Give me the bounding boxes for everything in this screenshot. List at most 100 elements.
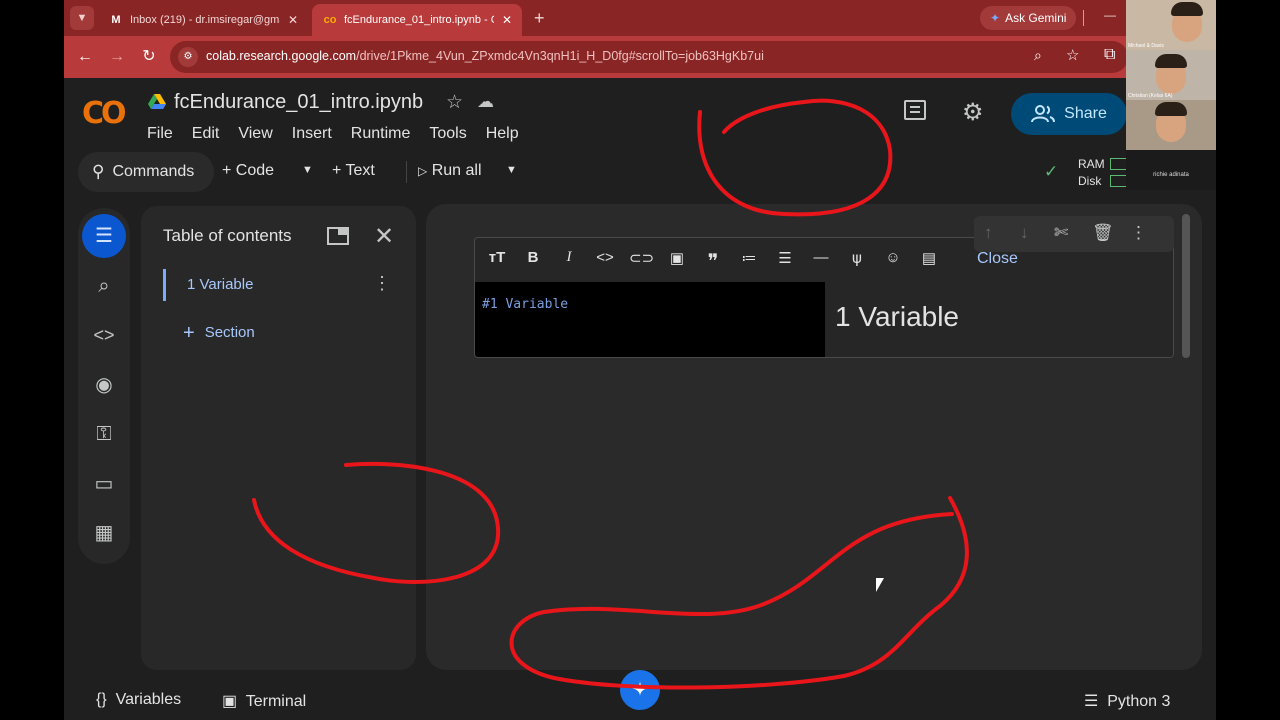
forward-icon[interactable]: → <box>106 46 128 68</box>
code-snippets-icon[interactable]: <> <box>82 313 126 357</box>
quote-icon[interactable]: ❞ <box>701 249 725 274</box>
play-icon: ▷ <box>418 164 428 178</box>
secrets-key-icon[interactable]: ⚿ <box>82 412 126 456</box>
emoji-icon[interactable]: ☺ <box>881 249 905 266</box>
tab-search-icon[interactable]: ▼ <box>70 6 94 30</box>
cell-source-text[interactable]: #1 Variable <box>482 297 568 312</box>
commands-label: Commands <box>112 163 195 180</box>
video-call-strip: Michael & Davis Christian (Kelas 6A) ric… <box>1126 0 1216 190</box>
add-code-button[interactable]: + Code <box>222 162 274 180</box>
bulleted-list-icon[interactable]: ☰ <box>773 249 797 267</box>
move-up-icon[interactable]: ↑ <box>984 223 993 243</box>
resource-monitor[interactable]: RAM Disk <box>1078 156 1105 190</box>
reload-icon[interactable]: ↻ <box>138 46 160 68</box>
participant-tile[interactable]: Christian (Kelas 6A) <box>1126 50 1216 100</box>
minimize-icon[interactable]: — <box>1104 8 1116 22</box>
menu-runtime[interactable]: Runtime <box>351 125 411 143</box>
run-all-button[interactable]: ▷ Run all <box>418 162 482 180</box>
participant-name: Christian (Kelas 6A) <box>1128 93 1173 99</box>
colab-icon: co <box>323 14 337 26</box>
close-icon[interactable]: ✕ <box>374 222 394 251</box>
numbered-list-icon[interactable]: ≔ <box>737 249 761 267</box>
code-icon[interactable]: <> <box>593 249 617 266</box>
chevron-down-icon[interactable]: ▼ <box>302 164 313 176</box>
zoom-icon[interactable]: ⌕ <box>1034 47 1042 64</box>
gemini-fab-icon[interactable]: ✦ <box>620 670 660 710</box>
link-icon[interactable]: ⊂⊃ <box>629 249 654 267</box>
ask-gemini-button[interactable]: ✦ Ask Gemini <box>980 6 1077 30</box>
tab-gmail[interactable]: M Inbox (219) - dr.imsiregar@gma ✕ <box>98 4 308 36</box>
people-icon <box>1031 105 1056 123</box>
cloud-saved-icon[interactable]: ☁ <box>477 92 494 112</box>
image-icon[interactable]: ▣ <box>665 249 689 267</box>
plus-icon: + <box>183 322 195 344</box>
close-icon[interactable]: ✕ <box>288 13 298 27</box>
preview-toggle-icon[interactable]: ▤ <box>917 249 941 267</box>
tab-colab[interactable]: co fcEndurance_01_intro.ipynb - Co ✕ <box>312 4 523 36</box>
more-vert-icon[interactable]: ⋮ <box>1130 223 1147 243</box>
star-icon[interactable]: ☆ <box>446 91 463 114</box>
url-input[interactable]: ⚙ colab.research.google.com/drive/1Pkme_… <box>170 41 1128 73</box>
participant-tile[interactable] <box>1126 100 1216 150</box>
files-folder-icon[interactable]: ▭ <box>82 462 126 506</box>
server-icon: ☰ <box>1084 693 1099 710</box>
italic-icon[interactable]: I <box>557 249 581 266</box>
scrollbar[interactable] <box>1182 214 1190 358</box>
share-button[interactable]: Share <box>1011 93 1127 135</box>
chevron-down-icon[interactable]: ▼ <box>506 164 517 176</box>
data-table-icon[interactable]: ▦ <box>82 511 126 555</box>
mouse-cursor <box>876 578 884 592</box>
add-text-button[interactable]: + Text <box>332 162 375 180</box>
toc-item[interactable]: 1 Variable <box>163 269 373 301</box>
participant-tile[interactable]: Michael & Davis <box>1126 0 1216 50</box>
menu-file[interactable]: File <box>147 125 173 143</box>
notebook-toolbar: ⚲ Commands + Code ▼ + Text ▷ Run all ▼ ✓… <box>78 151 1134 193</box>
braces-icon: {} <box>96 691 107 708</box>
latex-psi-icon[interactable]: ψ <box>845 249 869 267</box>
url-text: colab.research.google.com/drive/1Pkme_4V… <box>206 49 764 63</box>
find-replace-icon[interactable]: ⌕ <box>82 264 126 308</box>
disk-label: Disk <box>1078 174 1102 188</box>
menu-tools[interactable]: Tools <box>429 125 466 143</box>
menu-view[interactable]: View <box>238 125 272 143</box>
close-icon[interactable]: ✕ <box>502 13 512 27</box>
new-tab-icon[interactable]: + <box>534 8 545 29</box>
toc-panel: Table of contents ✕ 1 Variable ⋮ + Sectio… <box>141 206 416 670</box>
participant-name: Michael & Davis <box>1128 43 1164 49</box>
site-info-icon[interactable]: ⚙ <box>178 47 198 67</box>
bold-icon[interactable]: B <box>521 249 545 266</box>
colab-logo[interactable]: CO <box>82 96 126 131</box>
comments-icon[interactable] <box>904 100 926 120</box>
open-in-tab-icon[interactable] <box>327 227 349 245</box>
variables-button[interactable]: {} Variables <box>96 691 181 709</box>
back-icon[interactable]: ← <box>74 46 96 68</box>
horizontal-rule-icon[interactable]: — <box>809 249 833 266</box>
share-label: Share <box>1064 105 1107 122</box>
notebook-title[interactable]: fcEndurance_01_intro.ipynb <box>174 91 423 114</box>
more-vert-icon[interactable]: ⋮ <box>373 273 391 294</box>
kernel-status[interactable]: ☰ Python 3 <box>1084 691 1170 711</box>
settings-gear-icon[interactable]: ⚙ <box>962 98 984 127</box>
menu-edit[interactable]: Edit <box>192 125 220 143</box>
commands-button[interactable]: ⚲ Commands <box>78 152 214 192</box>
delete-trash-icon[interactable]: 🗑 <box>1092 223 1114 243</box>
variables-inspector-icon[interactable]: ◉ <box>82 363 126 407</box>
rendered-heading: 1 Variable <box>835 301 960 332</box>
menu-help[interactable]: Help <box>486 125 519 143</box>
bookmark-star-icon[interactable]: ☆ <box>1066 46 1079 64</box>
google-drive-icon[interactable] <box>148 94 166 110</box>
close-editor-button[interactable]: Close <box>977 250 1018 268</box>
address-bar: ← → ↻ ⚙ colab.research.google.com/drive/… <box>64 36 1216 78</box>
table-of-contents-icon[interactable]: ☰ <box>82 214 126 258</box>
side-rail: ☰ ⌕ <> ◉ ⚿ ▭ ▦ <box>78 208 130 564</box>
link-off-icon[interactable]: ✄ <box>1054 223 1068 243</box>
move-down-icon[interactable]: ↓ <box>1020 223 1029 243</box>
extensions-icon[interactable]: ⧉ <box>1104 46 1115 64</box>
markdown-editor[interactable]: #1 Variable <box>475 282 825 357</box>
add-section-button[interactable]: + Section <box>183 320 255 344</box>
markdown-preview: 1 Variable <box>825 282 1173 357</box>
text-cell[interactable]: тT B I <> ⊂⊃ ▣ ❞ ≔ ☰ — ψ ☺ ▤ Close #1 Va… <box>474 237 1174 358</box>
heading-icon[interactable]: тT <box>485 249 509 266</box>
menu-insert[interactable]: Insert <box>292 125 332 143</box>
terminal-button[interactable]: ▣ Terminal <box>222 691 306 711</box>
